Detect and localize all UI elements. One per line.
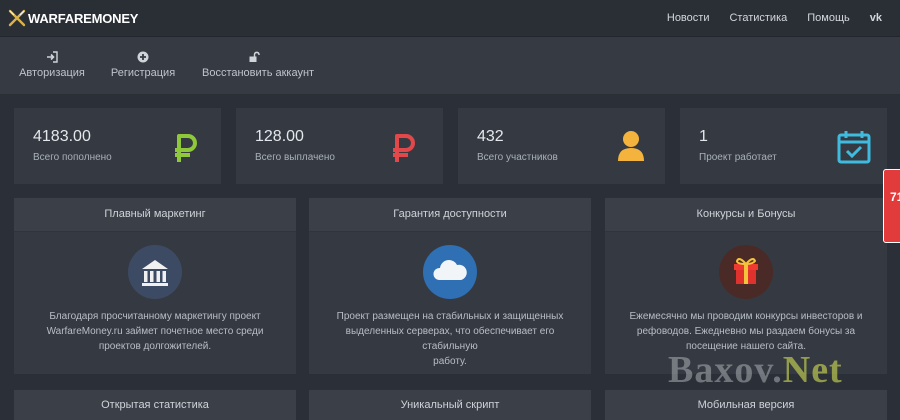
- feature-title: Плавный маркетинг: [14, 198, 296, 232]
- restore-label: Восстановить аккаунт: [202, 67, 315, 79]
- feature-title: Открытая статистика: [14, 390, 296, 420]
- stat-label: Проект работает: [699, 152, 777, 163]
- top-nav: Новости Статистика Помощь vk: [647, 0, 882, 36]
- feature-card-open-stats: Открытая статистика: [14, 390, 296, 420]
- feature-card-availability: Гарантия доступности Проект размещен на …: [309, 198, 591, 374]
- stat-value: 432: [477, 128, 504, 145]
- stat-value: 128.00: [255, 128, 304, 145]
- user-icon: [618, 131, 644, 161]
- register-label: Регистрация: [110, 67, 176, 79]
- feature-text-line: Ежемесячно мы проводим конкурсы инвестор…: [629, 311, 863, 322]
- watermark: Baxov.Net: [668, 348, 843, 392]
- feature-text-line: Проект размещен на стабильных и защищенн…: [336, 311, 564, 322]
- feature-text-line: рефоводов. Ежедневно мы раздаем бонусы з…: [636, 326, 856, 337]
- feature-title: Уникальный скрипт: [309, 390, 591, 420]
- feature-description: Благодаря просчитанному маркетингу проек…: [28, 309, 282, 354]
- feature-text-line: проектов долгожителей.: [98, 341, 212, 352]
- stat-card-members: 432 Всего участников: [458, 108, 665, 184]
- watermark-part2: Net: [782, 349, 843, 391]
- top-navbar: WARFAREMONEY Новости Статистика Помощь v…: [0, 0, 900, 37]
- stat-label: Всего пополнено: [33, 152, 112, 163]
- register-button[interactable]: Регистрация: [110, 37, 176, 94]
- feature-title: Гарантия доступности: [309, 198, 591, 232]
- nav-help-link[interactable]: Помощь: [807, 12, 850, 24]
- feature-text-line: Благодаря просчитанному маркетингу проек…: [49, 311, 261, 322]
- feature-card-marketing: Плавный маркетинг Благодаря просчитанном…: [14, 198, 296, 374]
- sign-in-icon: [47, 51, 58, 63]
- side-tab-text: 71: [890, 190, 900, 204]
- stat-label: Всего выплачено: [255, 152, 335, 163]
- feature-card-mobile: Мобильная версия: [605, 390, 887, 420]
- logo-text: WARFAREMONEY: [28, 10, 139, 26]
- login-label: Авторизация: [19, 67, 85, 79]
- auth-toolbar: Авторизация Регистрация Восстановить акк…: [0, 37, 900, 95]
- unlock-icon: [249, 51, 260, 62]
- side-tab-widget[interactable]: 71: [883, 169, 900, 243]
- stat-value: 1: [699, 128, 708, 145]
- feature-title: Мобильная версия: [605, 390, 887, 420]
- crossed-swords-icon: [8, 9, 26, 27]
- logo[interactable]: WARFAREMONEY: [8, 7, 138, 29]
- feature-icon-circle: [128, 245, 182, 299]
- stat-card-paid: 128.00 Всего выплачено: [236, 108, 443, 184]
- calendar-check-icon: [837, 131, 871, 164]
- gift-icon: [734, 258, 758, 284]
- plus-circle-icon: [137, 51, 149, 63]
- feature-card-unique-script: Уникальный скрипт: [309, 390, 591, 420]
- feature-icon-circle: [719, 245, 773, 299]
- feature-description: Проект размещен на стабильных и защищенн…: [323, 309, 577, 369]
- ruble-icon: [393, 134, 415, 162]
- stat-card-deposited: 4183.00 Всего пополнено: [14, 108, 221, 184]
- restore-account-button[interactable]: Восстановить аккаунт: [202, 37, 315, 94]
- vk-icon[interactable]: vk: [870, 12, 882, 24]
- nav-news-link[interactable]: Новости: [667, 12, 710, 24]
- feature-text-line: WarfareMoney.ru займет почетное место ср…: [46, 326, 264, 337]
- login-button[interactable]: Авторизация: [18, 37, 86, 94]
- feature-text-line: работу.: [433, 356, 467, 367]
- stat-card-project-days: 1 Проект работает: [680, 108, 887, 184]
- stat-value: 4183.00: [33, 128, 91, 145]
- feature-icon-circle: [423, 245, 477, 299]
- feature-text-line: выделенных серверах, что обеспечивает ег…: [345, 326, 555, 352]
- cloud-icon: [433, 260, 467, 280]
- ruble-icon: [175, 134, 197, 162]
- bank-icon: [142, 260, 168, 286]
- feature-title: Конкурсы и Бонусы: [605, 198, 887, 232]
- nav-stats-link[interactable]: Статистика: [729, 12, 787, 24]
- watermark-part1: Baxov.: [668, 349, 783, 391]
- stat-label: Всего участников: [477, 152, 558, 163]
